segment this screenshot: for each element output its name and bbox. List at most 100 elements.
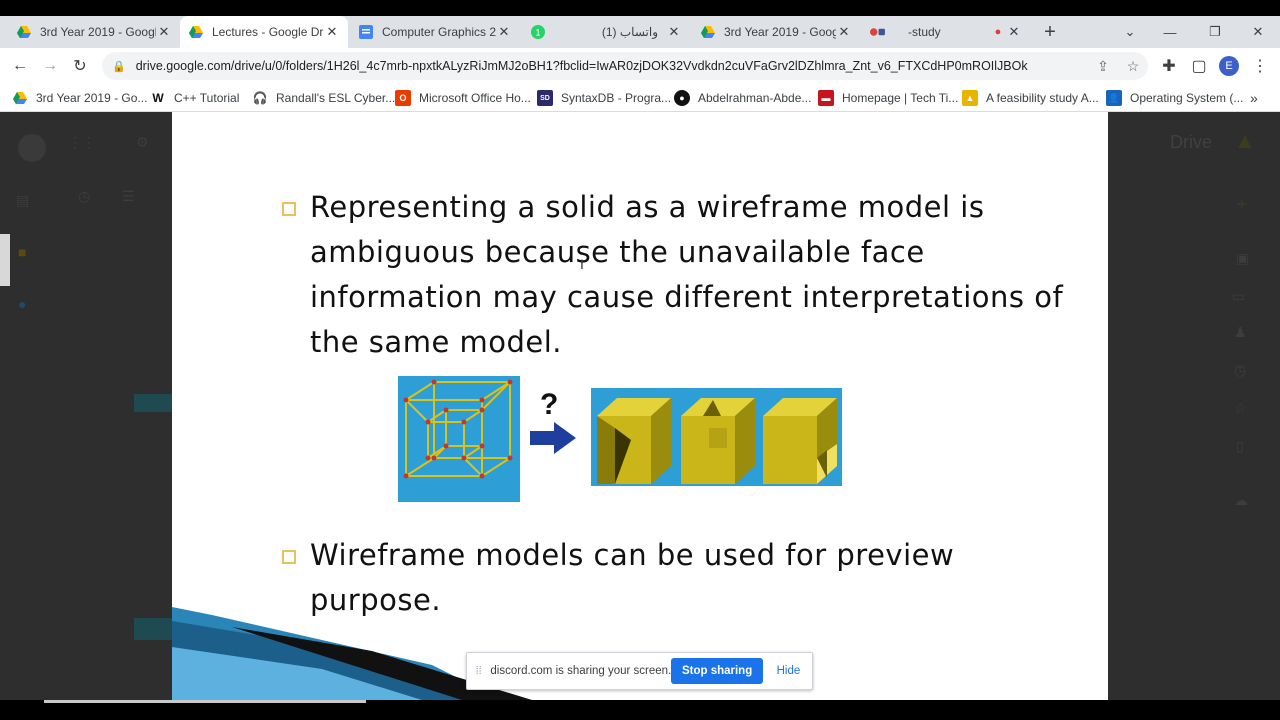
arrow-right-icon	[530, 422, 576, 454]
plus-icon: +	[1236, 194, 1248, 216]
avatar	[18, 134, 46, 162]
restore-icon[interactable]: ❐	[1195, 16, 1235, 48]
tab-lectures[interactable]: Lectures - Google Dri ✕	[180, 16, 348, 48]
tab-whatsapp[interactable]: 1 (1) واتساب ✕	[522, 16, 690, 48]
bookmark-label: Operating System (...	[1130, 91, 1244, 105]
study-icon	[870, 24, 886, 40]
syntaxdb-icon: SD	[537, 90, 553, 106]
drive-logo-icon: ▲	[1234, 128, 1256, 153]
stop-sharing-button[interactable]: Stop sharing	[671, 658, 763, 684]
side-panel-icon[interactable]: ▢	[1185, 52, 1213, 80]
grid-icon: ▤	[16, 192, 30, 208]
people-icon: ♟	[1234, 324, 1247, 340]
close-icon[interactable]: ✕	[1006, 24, 1022, 40]
tab-study[interactable]: -study ● ✕	[862, 16, 1030, 48]
bullet-marker	[282, 202, 296, 216]
new-tab-button[interactable]: +	[1030, 16, 1070, 48]
bullet-line: Wireframe models can be used for preview	[310, 538, 955, 572]
lock-icon: 🔒	[112, 60, 126, 73]
bottom-strip	[0, 700, 1280, 720]
bullet-line: the same model.	[310, 325, 563, 359]
office-icon: O	[395, 90, 411, 106]
tab-search-icon[interactable]: ⌄	[1110, 16, 1150, 48]
computer-icon: ▭	[1232, 288, 1246, 304]
bookmark-item[interactable]: W C++ Tutorial	[150, 88, 239, 108]
share-message: discord.com is sharing your screen.	[490, 665, 672, 677]
bookmark-label: C++ Tutorial	[174, 91, 240, 105]
more-bookmarks-icon[interactable]: »	[1250, 88, 1258, 108]
tab-title: 3rd Year 2019 - Googl	[40, 25, 156, 39]
history-icon: ◷	[78, 188, 91, 204]
bookmark-label: Microsoft Office Ho...	[419, 91, 531, 105]
github-icon: ●	[674, 90, 690, 106]
close-icon[interactable]: ✕	[324, 24, 340, 40]
bookmark-item[interactable]: 3rd Year 2019 - Go...	[12, 88, 147, 108]
bookmarks-bar: 3rd Year 2019 - Go... W C++ Tutorial 🎧 R…	[0, 84, 1280, 112]
bookmark-item[interactable]: SD SyntaxDB - Progra...	[537, 88, 671, 108]
bookmark-item[interactable]: 👤 Operating System (...	[1106, 88, 1243, 108]
bookmark-label: Randall's ESL Cyber...	[276, 91, 396, 105]
text-cursor-icon: I	[580, 256, 584, 272]
browser-toolbar: ← → ↻ 🔒 drive.google.com/drive/u/0/folde…	[0, 48, 1280, 84]
bookmark-item[interactable]: ▲ A feasibility study A...	[962, 88, 1099, 108]
solid-interpretations-figure	[591, 388, 842, 486]
bookmark-item[interactable]: ● Abdelrahman-Abde...	[674, 88, 811, 108]
hide-button[interactable]: Hide	[771, 665, 806, 677]
folder-icon: ■	[18, 244, 27, 260]
bookmark-item[interactable]: 🎧 Randall's ESL Cyber...	[252, 88, 396, 108]
dimmed-bar	[134, 618, 172, 640]
drag-handle-icon[interactable]: ⁞⁞	[467, 665, 490, 677]
solid-cube-2	[681, 398, 755, 484]
bookmark-label: Abdelrahman-Abde...	[698, 91, 812, 105]
tab-title: -study	[908, 25, 941, 39]
tab-3rd-year-1[interactable]: 3rd Year 2019 - Googl ✕	[8, 16, 180, 48]
bookmark-label: 3rd Year 2019 - Go...	[36, 91, 148, 105]
bullet-line: ambiguous because the unavailable face	[310, 235, 925, 269]
close-icon[interactable]: ✕	[666, 24, 682, 40]
solid-cube-3	[763, 398, 837, 484]
svg-text:1: 1	[535, 28, 540, 38]
bookmark-label: SyntaxDB - Progra...	[561, 91, 672, 105]
avatar[interactable]: E	[1219, 56, 1239, 76]
drive-icon	[12, 90, 28, 106]
scroll-handle[interactable]	[0, 234, 10, 286]
star-icon: ☆	[1234, 400, 1247, 416]
close-icon[interactable]: ✕	[156, 24, 172, 40]
window-close-icon[interactable]: ✕	[1238, 16, 1278, 48]
tab-computer-graphics[interactable]: Computer Graphics 20 ✕	[350, 16, 520, 48]
close-icon[interactable]: ✕	[496, 24, 512, 40]
presentation-slide: Representing a solid as a wireframe mode…	[172, 112, 1108, 700]
screen-share-notification: ⁞⁞ discord.com is sharing your screen. S…	[466, 652, 813, 690]
address-bar[interactable]: 🔒 drive.google.com/drive/u/0/folders/1H2…	[102, 52, 1148, 80]
back-icon[interactable]: ←	[6, 52, 34, 80]
extensions-icon[interactable]: ✚	[1155, 52, 1183, 80]
list-icon: ☰	[122, 188, 135, 204]
drive-sidebar-dimmed: ⋮⋮ ⚙ ▤ ◷ ☰ ■ ●	[0, 112, 172, 700]
trash-icon: ▯	[1236, 438, 1244, 454]
headphones-icon: 🎧	[252, 91, 268, 105]
w3-icon: W	[152, 91, 164, 105]
bookmark-item[interactable]: ▬ Homepage | Tech Ti...	[818, 88, 958, 108]
close-icon[interactable]: ✕	[836, 24, 852, 40]
menu-icon[interactable]: ⋮	[1246, 52, 1274, 80]
solid-cube-1	[597, 398, 671, 484]
home-icon: ▣	[1236, 250, 1250, 266]
url-text: drive.google.com/drive/u/0/folders/1H26l…	[135, 59, 1028, 73]
drive-icon	[700, 24, 716, 40]
person-icon: 👤	[1106, 90, 1122, 106]
gear-icon: ⚙	[136, 134, 149, 150]
bookmark-item[interactable]: O Microsoft Office Ho...	[395, 88, 531, 108]
minimize-icon[interactable]: —	[1150, 16, 1190, 48]
share-icon[interactable]: ⇪	[1088, 58, 1118, 75]
forward-icon[interactable]: →	[36, 52, 64, 80]
tab-title: Computer Graphics 20	[382, 25, 496, 39]
drive-icon	[188, 24, 204, 40]
recording-icon: ●	[994, 26, 1002, 38]
video-progress-line	[44, 700, 366, 703]
tab-3rd-year-2[interactable]: 3rd Year 2019 - Googl ✕	[692, 16, 860, 48]
star-icon[interactable]: ☆	[1118, 58, 1148, 75]
drive-icon	[16, 24, 32, 40]
reload-icon[interactable]: ↻	[66, 52, 94, 80]
tab-title: Lectures - Google Dri	[212, 25, 324, 39]
techtip-icon: ▬	[818, 90, 834, 106]
